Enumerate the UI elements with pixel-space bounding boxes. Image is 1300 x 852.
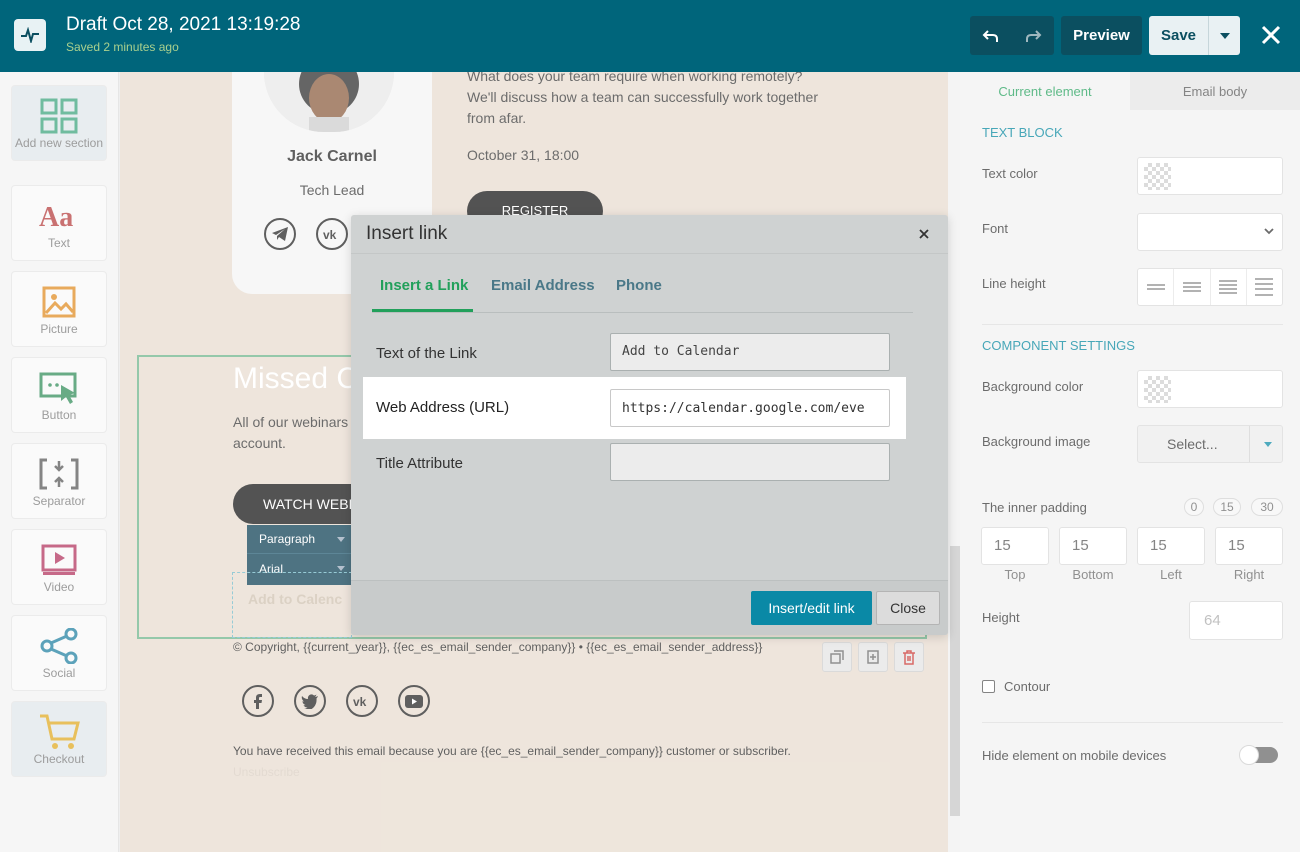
tab-email-address[interactable]: Email Address xyxy=(491,277,595,294)
title-attribute-input[interactable] xyxy=(610,443,890,481)
pulse-logo-icon[interactable] xyxy=(14,19,46,51)
caret-down-icon xyxy=(1219,32,1230,39)
undo-icon xyxy=(982,29,998,42)
saved-status: Saved 2 minutes ago xyxy=(66,40,179,54)
insert-edit-link-button[interactable]: Insert/edit link xyxy=(751,591,872,625)
url-label: Web Address (URL) xyxy=(376,399,510,416)
dialog-close-button[interactable] xyxy=(915,225,933,243)
url-input[interactable]: https://calendar.google.com/eve xyxy=(610,389,890,427)
tab-bar-line xyxy=(372,312,913,313)
title-attribute-label: Title Attribute xyxy=(376,455,463,472)
tab-insert-a-link[interactable]: Insert a Link xyxy=(380,277,468,294)
preview-button[interactable]: Preview xyxy=(1061,16,1142,55)
close-icon xyxy=(919,229,929,239)
redo-icon xyxy=(1026,29,1042,42)
save-options-button[interactable] xyxy=(1209,16,1240,55)
link-text-label: Text of the Link xyxy=(376,345,477,362)
close-editor-button[interactable] xyxy=(1258,22,1284,48)
draft-title: Draft Oct 28, 2021 13:19:28 xyxy=(66,14,301,35)
undo-button[interactable] xyxy=(970,16,1012,55)
save-button-group: Save xyxy=(1149,16,1240,55)
tab-phone[interactable]: Phone xyxy=(616,277,662,294)
dialog-close-text-button[interactable]: Close xyxy=(876,591,940,625)
active-tab-indicator xyxy=(372,309,473,312)
close-icon xyxy=(1261,25,1281,45)
divider xyxy=(351,253,948,254)
redo-button[interactable] xyxy=(1012,16,1054,55)
top-bar: Draft Oct 28, 2021 13:19:28 Saved 2 minu… xyxy=(0,0,1300,72)
save-button[interactable]: Save xyxy=(1149,16,1209,55)
link-text-input[interactable]: Add to Calendar xyxy=(610,333,890,371)
dialog-title: Insert link xyxy=(366,223,448,244)
